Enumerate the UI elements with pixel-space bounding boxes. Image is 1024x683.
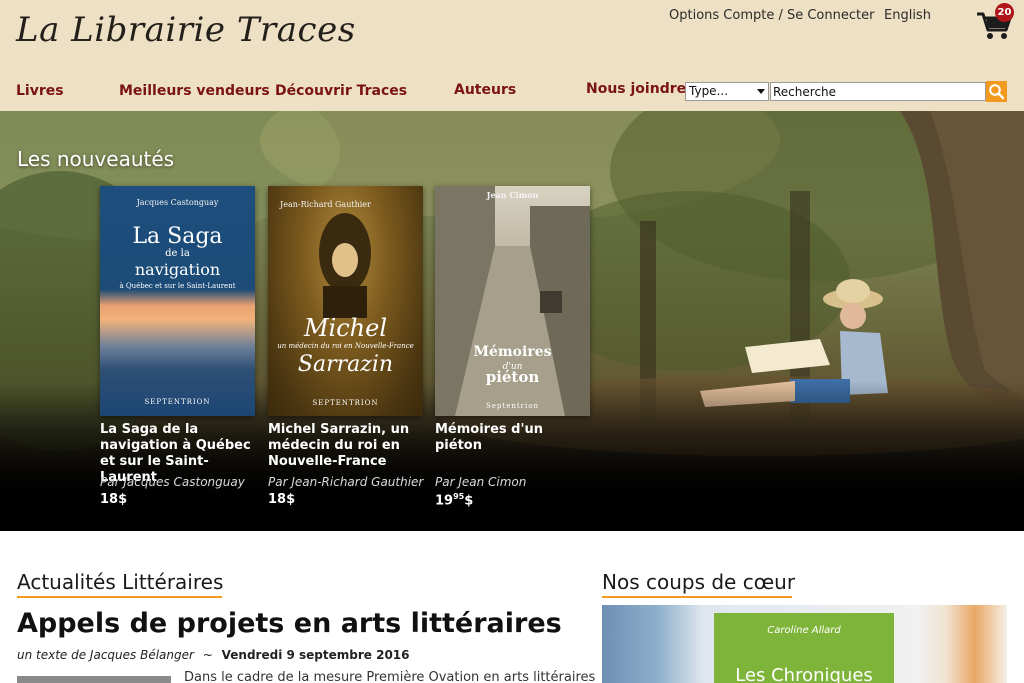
cover-author: Jean Cimon: [486, 190, 539, 200]
cover-author: Jacques Castonguay: [136, 198, 219, 207]
book-card[interactable]: Jean-Richard Gauthier Michel un médecin …: [268, 186, 424, 507]
site-logo[interactable]: La Librairie Traces: [16, 10, 356, 50]
cover-title: La Saga: [132, 224, 223, 249]
article-author: un texte de Jacques Bélanger: [17, 648, 194, 662]
main-nav: Livres Meilleurs vendeurs Découvrir Trac…: [0, 81, 686, 103]
cover-subtitle: à Québec et sur le Saint-Laurent: [119, 282, 236, 290]
favorite-book-author: Caroline Allard: [767, 625, 841, 636]
favorite-book-title: Les Chroniques: [735, 665, 873, 683]
site-header: La Librairie Traces Options Compte / Se …: [0, 0, 1024, 111]
search-type-select[interactable]: Type...: [685, 82, 769, 101]
cart-count-badge[interactable]: 20: [995, 3, 1014, 22]
new-releases-banner: Les nouveautés Jacques Castonguay La Sag…: [0, 111, 1024, 531]
book-cover[interactable]: Jean-Richard Gauthier Michel un médecin …: [268, 186, 423, 416]
nav-item-auteurs[interactable]: Auteurs: [454, 82, 516, 98]
book-title[interactable]: Michel Sarrazin, un médecin du roi en No…: [268, 422, 424, 472]
book-card[interactable]: Jacques Castonguay La Saga de la navigat…: [100, 186, 256, 507]
nav-item-decouvrir-traces[interactable]: Découvrir Traces: [275, 83, 407, 99]
dropdown-arrow-icon: [757, 89, 765, 94]
article-excerpt: Dans le cadre de la mesure Première Ovat…: [184, 670, 596, 683]
favorites-section-heading: Nos coups de cœur: [602, 570, 796, 594]
price-currency: $: [464, 493, 474, 509]
book-price: 18$: [268, 492, 296, 507]
price-cents: 95: [453, 492, 465, 501]
book-card[interactable]: Jean Cimon Mémoires d'un piéton Septentr…: [435, 186, 591, 508]
book-price: 1995$: [435, 492, 591, 508]
search-button[interactable]: [986, 81, 1007, 102]
heading-underline: [17, 596, 222, 598]
price-main: 19: [435, 493, 454, 509]
book-title[interactable]: Mémoires d'un piéton: [435, 422, 591, 472]
search-type-value: Type...: [689, 84, 729, 98]
book-price: 18$: [100, 492, 128, 507]
language-link[interactable]: English: [884, 8, 931, 23]
article-date: Vendredi 9 septembre 2016: [221, 648, 410, 662]
cover-title: Michel: [303, 314, 388, 342]
article-thumbnail[interactable]: [17, 676, 171, 683]
article-title[interactable]: Appels de projets en arts littéraires: [17, 608, 562, 639]
search-input[interactable]: [770, 82, 986, 101]
portrait-image: [319, 213, 371, 318]
favorite-book-cover[interactable]: Caroline Allard Les Chroniques: [714, 613, 894, 683]
cover-title: piéton: [485, 368, 540, 386]
book-author: Par Jean Cimon: [435, 475, 527, 489]
book-cover[interactable]: Jean Cimon Mémoires d'un piéton Septentr…: [435, 186, 590, 416]
news-section-heading: Actualités Littéraires: [17, 570, 224, 594]
byline-separator: ~: [202, 648, 213, 662]
favorite-book-banner[interactable]: Caroline Allard Les Chroniques: [602, 605, 1007, 683]
cover-publisher: SEPTENTRION: [312, 399, 379, 407]
cover-title: navigation: [134, 260, 221, 279]
nav-item-meilleurs-vendeurs[interactable]: Meilleurs vendeurs: [119, 83, 270, 99]
article-byline: un texte de Jacques Bélanger ~ Vendredi …: [17, 648, 410, 662]
cover-title: Mémoires: [473, 344, 552, 360]
cover-publisher: SEPTENTRION: [144, 398, 211, 406]
cover-title: Sarrazin: [297, 352, 394, 377]
cover-publisher: Septentrion: [485, 402, 539, 410]
heading-underline: [602, 596, 792, 598]
account-link[interactable]: Options Compte / Se Connecter: [669, 8, 874, 23]
nav-item-livres[interactable]: Livres: [16, 83, 64, 99]
new-releases-heading: Les nouveautés: [17, 147, 175, 171]
book-author: Par Jean-Richard Gauthier: [268, 475, 424, 489]
book-title[interactable]: La Saga de la navigation à Québec et sur…: [100, 422, 256, 485]
cover-subtitle: un médecin du roi en Nouvelle-France: [277, 342, 414, 350]
book-author: Par Jacques Castonguay: [100, 475, 245, 489]
cover-title: de la: [165, 248, 190, 259]
nav-item-nous-joindre[interactable]: Nous joindre: [586, 81, 686, 97]
book-cover[interactable]: Jacques Castonguay La Saga de la navigat…: [100, 186, 255, 416]
